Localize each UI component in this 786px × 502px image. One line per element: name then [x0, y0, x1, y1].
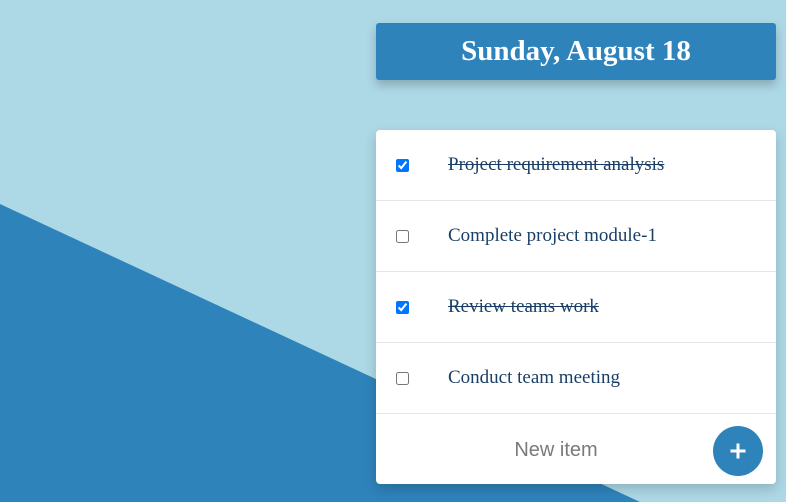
date-header: Sunday, August 18	[376, 23, 776, 80]
item-checkbox[interactable]	[396, 372, 409, 385]
item-label: Review teams work	[448, 296, 599, 317]
item-label: Project requirement analysis	[448, 154, 665, 175]
list-item: Review teams work	[376, 272, 776, 343]
item-checkbox[interactable]	[396, 230, 409, 243]
item-label: Conduct team meeting	[448, 367, 621, 388]
todo-list-card: Project requirement analysis Complete pr…	[376, 130, 776, 484]
plus-icon	[730, 443, 746, 459]
item-checkbox[interactable]	[396, 159, 409, 172]
item-label: Complete project module-1	[448, 225, 657, 246]
add-item-button[interactable]	[713, 426, 763, 476]
new-item-input[interactable]	[416, 431, 696, 469]
list-item: Project requirement analysis	[376, 130, 776, 201]
list-item: Conduct team meeting	[376, 343, 776, 414]
item-checkbox[interactable]	[396, 301, 409, 314]
list-item: Complete project module-1	[376, 201, 776, 272]
date-title: Sunday, August 18	[461, 35, 691, 67]
